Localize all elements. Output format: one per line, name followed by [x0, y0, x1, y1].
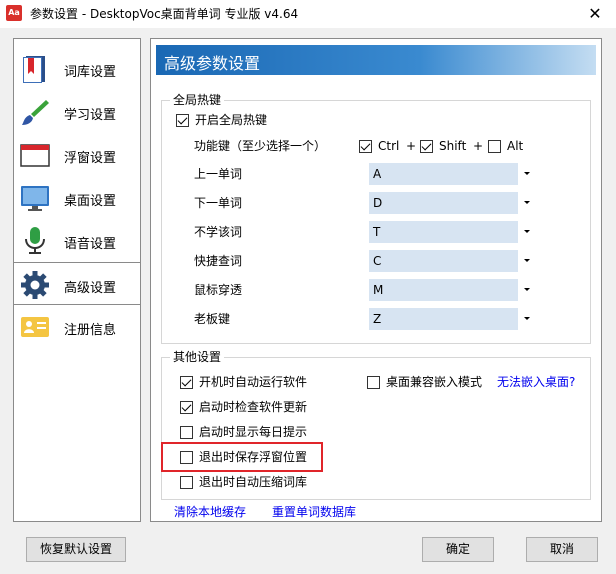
sidebar-item-label: 语音设置 [64, 237, 117, 252]
ctrl-label: Ctrl [378, 139, 400, 153]
hotkey-select-skip-word[interactable]: T [369, 221, 534, 243]
sidebar-item-label: 浮窗设置 [64, 151, 117, 166]
enable-hotkeys-checkbox[interactable] [176, 114, 189, 127]
check-update-checkbox[interactable] [180, 401, 193, 414]
group-title: 全局热键 [170, 93, 225, 107]
selected-key: A [373, 167, 382, 181]
chevron-down-icon [524, 259, 530, 262]
daily-tip-checkbox[interactable] [180, 426, 193, 439]
sidebar: 词库设置 学习设置 浮窗设置 桌面设置 语音设置 高级设置 注册信息 [13, 38, 141, 522]
book-icon [23, 56, 45, 83]
monitor-icon [21, 186, 49, 211]
cancel-button[interactable]: 取消 [526, 537, 598, 562]
selected-key: T [373, 225, 381, 239]
dropdown-button[interactable] [518, 163, 534, 185]
dropdown-button[interactable] [518, 308, 534, 330]
id-card-icon [21, 317, 49, 337]
highlight-box [161, 442, 323, 472]
chevron-down-icon [524, 288, 530, 291]
enable-hotkeys-label: 开启全局热键 [195, 113, 268, 127]
gear-icon [21, 271, 49, 299]
hotkey-select-mouse-through[interactable]: M [369, 279, 534, 301]
sidebar-item-label: 注册信息 [64, 323, 117, 338]
restore-defaults-button[interactable]: 恢复默认设置 [26, 537, 126, 562]
desktop-compat-label: 桌面兼容嵌入模式 [386, 375, 483, 389]
chevron-down-icon [524, 230, 530, 233]
panel-header: 高级参数设置 [156, 45, 596, 75]
dropdown-button[interactable] [518, 279, 534, 301]
plus-sign: + [406, 139, 417, 153]
desktop-compat-checkbox[interactable] [367, 376, 380, 389]
auto-compress-checkbox[interactable] [180, 476, 193, 489]
hotkey-label-mouse-through: 鼠标穿透 [194, 283, 243, 297]
sidebar-item-voice[interactable]: 语音设置 [14, 219, 140, 262]
hotkey-select-boss-key[interactable]: Z [369, 308, 534, 330]
hotkey-label-prev-word: 上一单词 [194, 167, 243, 181]
ok-button[interactable]: 确定 [422, 537, 494, 562]
sidebar-item-label: 学习设置 [64, 108, 117, 123]
hotkey-label-skip-word: 不学该词 [194, 225, 243, 239]
modifier-keys-label: 功能键（至少选择一个） [194, 139, 327, 153]
check-update-label: 启动时检查软件更新 [199, 400, 308, 414]
autostart-checkbox[interactable] [180, 376, 193, 389]
sidebar-item-advanced[interactable]: 高级设置 [14, 262, 140, 305]
ctrl-checkbox[interactable] [359, 140, 372, 153]
selected-key: C [373, 254, 382, 268]
sidebar-item-registration[interactable]: 注册信息 [14, 305, 140, 348]
selected-key: Z [373, 312, 382, 326]
daily-tip-label: 启动时显示每日提示 [199, 425, 308, 439]
autostart-label: 开机时自动运行软件 [199, 375, 308, 389]
sidebar-item-label: 词库设置 [64, 65, 117, 80]
sidebar-item-label: 桌面设置 [64, 194, 117, 209]
hotkey-label-boss-key: 老板键 [194, 312, 231, 326]
page-title: 高级参数设置 [164, 54, 261, 73]
chevron-down-icon [524, 317, 530, 320]
dropdown-button[interactable] [518, 192, 534, 214]
selected-key: D [373, 196, 383, 210]
hotkeys-group: 全局热键 开启全局热键 功能键（至少选择一个） Ctrl + Shift + A… [161, 93, 591, 344]
reset-database-link[interactable]: 重置单词数据库 [272, 505, 356, 520]
shift-label: Shift [439, 139, 467, 153]
hotkey-label-quick-lookup: 快捷查词 [194, 254, 243, 268]
sidebar-item-desktop[interactable]: 桌面设置 [14, 176, 140, 219]
title-bar: Aa 参数设置 - DesktopVoc桌面背单词 专业版 v4.64 ✕ [0, 0, 616, 28]
settings-panel: 高级参数设置 全局热键 开启全局热键 功能键（至少选择一个） Ctrl + Sh… [150, 38, 602, 522]
hotkey-select-next-word[interactable]: D [369, 192, 534, 214]
sidebar-item-label: 高级设置 [64, 281, 117, 296]
other-settings-group: 其他设置 开机时自动运行软件 桌面兼容嵌入模式 无法嵌入桌面? 启动时检查软件更… [161, 350, 591, 500]
brush-icon [22, 100, 49, 125]
plus-sign: + [473, 139, 484, 153]
window-title: 参数设置 - DesktopVoc桌面背单词 专业版 v4.64 [30, 7, 299, 21]
close-icon[interactable]: ✕ [574, 0, 616, 28]
auto-compress-label: 退出时自动压缩词库 [199, 475, 308, 489]
cannot-embed-help-link[interactable]: 无法嵌入桌面? [497, 375, 575, 390]
window-icon [20, 144, 50, 167]
shift-checkbox[interactable] [420, 140, 433, 153]
sidebar-item-floating-window[interactable]: 浮窗设置 [14, 133, 140, 176]
hotkey-label-next-word: 下一单词 [194, 196, 243, 210]
sidebar-item-study[interactable]: 学习设置 [14, 90, 140, 133]
microphone-icon [25, 227, 45, 254]
group-title: 其他设置 [170, 350, 225, 364]
hotkey-select-quick-lookup[interactable]: C [369, 250, 534, 272]
sidebar-item-vocab[interactable]: 词库设置 [14, 47, 140, 90]
dropdown-button[interactable] [518, 221, 534, 243]
alt-label: Alt [507, 139, 524, 153]
clear-cache-link[interactable]: 清除本地缓存 [174, 505, 246, 520]
hotkey-select-prev-word[interactable]: A [369, 163, 534, 185]
alt-checkbox[interactable] [488, 140, 501, 153]
chevron-down-icon [524, 172, 530, 175]
dropdown-button[interactable] [518, 250, 534, 272]
chevron-down-icon [524, 201, 530, 204]
app-logo-icon: Aa [6, 5, 22, 21]
selected-key: M [373, 283, 384, 297]
